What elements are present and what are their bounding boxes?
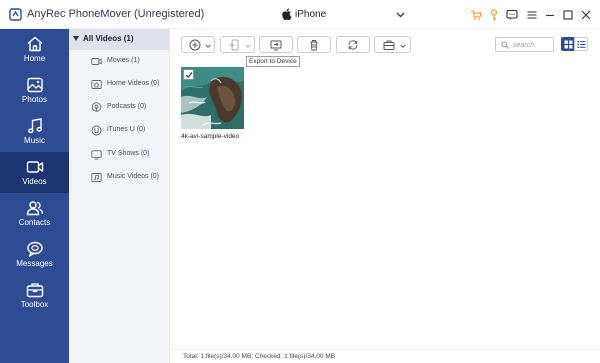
- title-bar: AnyRec PhoneMover (Unregistered) iPhone: [0, 0, 600, 29]
- list-view-button[interactable]: [574, 37, 588, 51]
- apple-icon: [282, 8, 292, 20]
- toolbox-more-button[interactable]: [374, 36, 411, 53]
- sidebar-item-home[interactable]: Home: [0, 29, 69, 70]
- grid-view-icon: [564, 40, 573, 49]
- sidebar-item-toolbox[interactable]: Toolbox: [0, 275, 69, 316]
- category-header-label: All Videos (1): [83, 34, 134, 43]
- minimize-icon[interactable]: [544, 9, 556, 21]
- checkmark-icon: [185, 72, 193, 79]
- app-window: AnyRec PhoneMover (Unregistered) iPhone: [0, 0, 600, 363]
- grid-view-button[interactable]: [561, 37, 574, 51]
- export-to-device-button[interactable]: [259, 36, 293, 53]
- list-view-icon: [577, 41, 586, 48]
- itunes-u-icon: [91, 125, 102, 136]
- category-item-label: iTunes U (0): [107, 126, 146, 133]
- category-item-tv-shows[interactable]: TV Shows (0): [69, 146, 169, 164]
- video-checkbox[interactable]: [183, 69, 194, 80]
- home-video-icon: [91, 80, 102, 89]
- category-item-label: Podcasts (0): [107, 103, 147, 110]
- photos-icon: [26, 77, 43, 93]
- maximize-icon[interactable]: [562, 9, 574, 21]
- category-header[interactable]: All Videos (1): [69, 29, 169, 50]
- status-text: Total: 1 file(s)/34.00 MB; Checked: 1 fi…: [183, 353, 336, 360]
- delete-icon: [310, 40, 318, 51]
- video-icon: [26, 161, 43, 173]
- menu-icon[interactable]: [526, 9, 538, 21]
- podcast-icon: [91, 102, 102, 112]
- movie-icon: [91, 58, 102, 65]
- sidebar-item-contacts[interactable]: Contacts: [0, 193, 69, 234]
- key-icon[interactable]: [488, 9, 500, 21]
- search-icon: [501, 41, 509, 49]
- sidebar-item-label: Messages: [16, 259, 53, 268]
- chevron-down-icon: [400, 44, 406, 48]
- sidebar-item-label: Toolbox: [20, 300, 49, 309]
- app-title: AnyRec PhoneMover (Unregistered): [27, 8, 205, 20]
- category-item-movies[interactable]: Movies (1): [69, 53, 169, 71]
- add-button[interactable]: [181, 36, 215, 53]
- sidebar-item-messages[interactable]: Messages: [0, 234, 69, 275]
- sidebar-item-photos[interactable]: Photos: [0, 70, 69, 111]
- collapse-arrow-icon: [73, 36, 79, 41]
- sync-button[interactable]: [336, 36, 370, 53]
- messages-icon: [26, 241, 43, 257]
- sidebar-item-label: Photos: [22, 95, 47, 104]
- category-item-music-videos[interactable]: Music Videos (0): [69, 169, 169, 187]
- category-item-home-videos[interactable]: Home Videos (0): [69, 76, 169, 94]
- close-icon[interactable]: [580, 9, 592, 21]
- cart-icon[interactable]: [470, 9, 482, 21]
- search-box[interactable]: [495, 37, 554, 52]
- music-video-icon: [91, 173, 102, 182]
- category-panel: All Videos (1) Movies (1) Home Videos (0…: [69, 29, 170, 363]
- video-name: 4k-avi-sample-video: [181, 133, 240, 140]
- sidebar-item-label: Videos: [22, 177, 47, 186]
- add-icon: [189, 39, 201, 51]
- toolbox-icon: [26, 283, 43, 298]
- toolbox-more-icon: [383, 40, 395, 50]
- category-item-itunes-u[interactable]: iTunes U (0): [69, 122, 169, 140]
- category-item-label: TV Shows (0): [107, 150, 150, 157]
- status-bar: Total: 1 file(s)/34.00 MB; Checked: 1 fi…: [170, 349, 600, 363]
- device-selector[interactable]: iPhone: [279, 6, 409, 24]
- delete-button[interactable]: [297, 36, 331, 53]
- sidebar-item-music[interactable]: Music: [0, 111, 69, 152]
- export-to-device-icon: [270, 40, 282, 51]
- chevron-down-icon: [396, 12, 405, 18]
- sidebar-item-label: Music: [24, 136, 45, 145]
- export-to-device-tooltip: Export to Device: [246, 56, 300, 67]
- chevron-down-icon: [245, 44, 251, 48]
- category-item-label: Movies (1): [107, 57, 140, 64]
- music-icon: [27, 118, 42, 134]
- search-input[interactable]: [513, 40, 553, 50]
- category-item-label: Home Videos (0): [107, 80, 160, 87]
- export-to-pc-button[interactable]: [220, 36, 255, 53]
- sidebar-item-videos[interactable]: Videos: [0, 152, 69, 193]
- contacts-icon: [26, 201, 43, 216]
- sidebar-item-label: Contacts: [18, 218, 51, 227]
- home-icon: [27, 36, 42, 52]
- category-item-podcasts[interactable]: Podcasts (0): [69, 99, 169, 117]
- device-name: iPhone: [295, 9, 327, 20]
- chevron-down-icon: [205, 44, 211, 48]
- tv-icon: [91, 150, 102, 160]
- chat-icon[interactable]: [506, 9, 518, 21]
- export-to-pc-icon: [229, 39, 239, 51]
- app-logo-icon: [9, 8, 22, 21]
- category-item-label: Music Videos (0): [107, 173, 160, 180]
- sync-icon: [348, 40, 358, 50]
- sidebar-item-label: Home: [23, 54, 46, 63]
- sidebar: Home Photos Music Videos Contacts Messag…: [0, 29, 69, 363]
